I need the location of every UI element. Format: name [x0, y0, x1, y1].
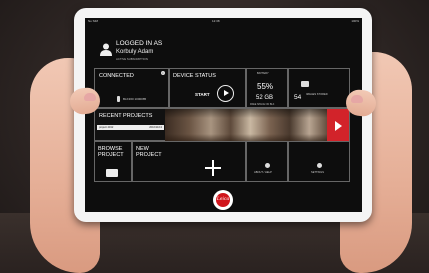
project-name: project 4192: [99, 126, 114, 129]
camera-icon: [301, 81, 309, 87]
plus-icon: [205, 160, 221, 176]
info-icon[interactable]: i: [161, 71, 165, 75]
device-id: BLK360 1000085: [123, 97, 147, 101]
battery-status-label: 100%: [351, 19, 359, 23]
about-help-label: ABOUT / HELP: [254, 171, 272, 174]
settings-tile[interactable]: SETTINGS: [288, 141, 350, 182]
clock-label: 12:38: [212, 19, 220, 23]
status-bar: No SIM 12:38 100%: [85, 18, 362, 24]
info-circle-icon: [265, 163, 270, 168]
gear-icon: [317, 163, 322, 168]
recent-projects-panel: RECENT PROJECTS project 4192 2016/11/13: [94, 108, 350, 142]
logged-in-label: LOGGED IN AS: [116, 40, 163, 47]
user-name: Korbuly Adam: [116, 49, 154, 55]
images-label: IMAGES STORED: [306, 93, 328, 96]
user-avatar-icon[interactable]: [99, 42, 113, 56]
browse-project-tile[interactable]: BROWSE PROJECT: [94, 141, 132, 182]
new-project-tile[interactable]: NEW PROJECT: [132, 141, 246, 182]
list-item[interactable]: project 4192 2016/11/13: [97, 125, 164, 130]
new-project-label: NEW PROJECT: [136, 146, 162, 158]
device-status-tile: DEVICE STATUS START: [169, 68, 246, 108]
project-panorama-image[interactable]: [165, 109, 329, 142]
start-scan-button[interactable]: [217, 85, 234, 102]
folder-icon: [106, 169, 118, 177]
subscription-status: ACTIVE SUBSCRIPTION: [116, 57, 148, 61]
images-count: 54: [294, 94, 302, 101]
storage-value: 52 GB: [256, 95, 274, 101]
left-thumbnail: [84, 93, 96, 101]
storage-label: FREE SPACE ON BLK: [250, 103, 275, 106]
scanner-icon: [117, 96, 120, 102]
recent-projects-title: RECENT PROJECTS: [99, 113, 153, 119]
browse-project-label: BROWSE PROJECT: [98, 146, 124, 158]
connected-tile[interactable]: CONNECTED i BLK360 1000085: [94, 68, 169, 108]
battery-storage-tile: BATTERY 55% 52 GB FREE SPACE ON BLK: [246, 68, 288, 108]
carrier-label: No SIM: [88, 19, 99, 23]
right-thumbnail: [351, 95, 363, 103]
battery-label: BATTERY: [257, 72, 269, 75]
start-label: START: [195, 92, 210, 97]
device-status-title: DEVICE STATUS: [173, 73, 216, 79]
leica-logo-mark: Leica: [216, 193, 230, 207]
app-screen: No SIM 12:38 100% LOGGED IN AS Korbuly A…: [85, 18, 362, 212]
battery-value: 55%: [257, 82, 274, 91]
dashboard-grid: CONNECTED i BLK360 1000085 DEVICE STATUS…: [94, 68, 350, 182]
project-date: 2016/11/13: [149, 126, 162, 129]
settings-label: SETTINGS: [311, 171, 324, 174]
tablet-device: No SIM 12:38 100% LOGGED IN AS Korbuly A…: [74, 8, 372, 222]
leica-logo: Leica: [213, 190, 233, 210]
about-help-tile[interactable]: ABOUT / HELP: [246, 141, 288, 182]
open-project-button[interactable]: [327, 109, 349, 142]
images-tile: 54 IMAGES STORED: [288, 68, 350, 108]
connected-title: CONNECTED: [99, 73, 134, 79]
